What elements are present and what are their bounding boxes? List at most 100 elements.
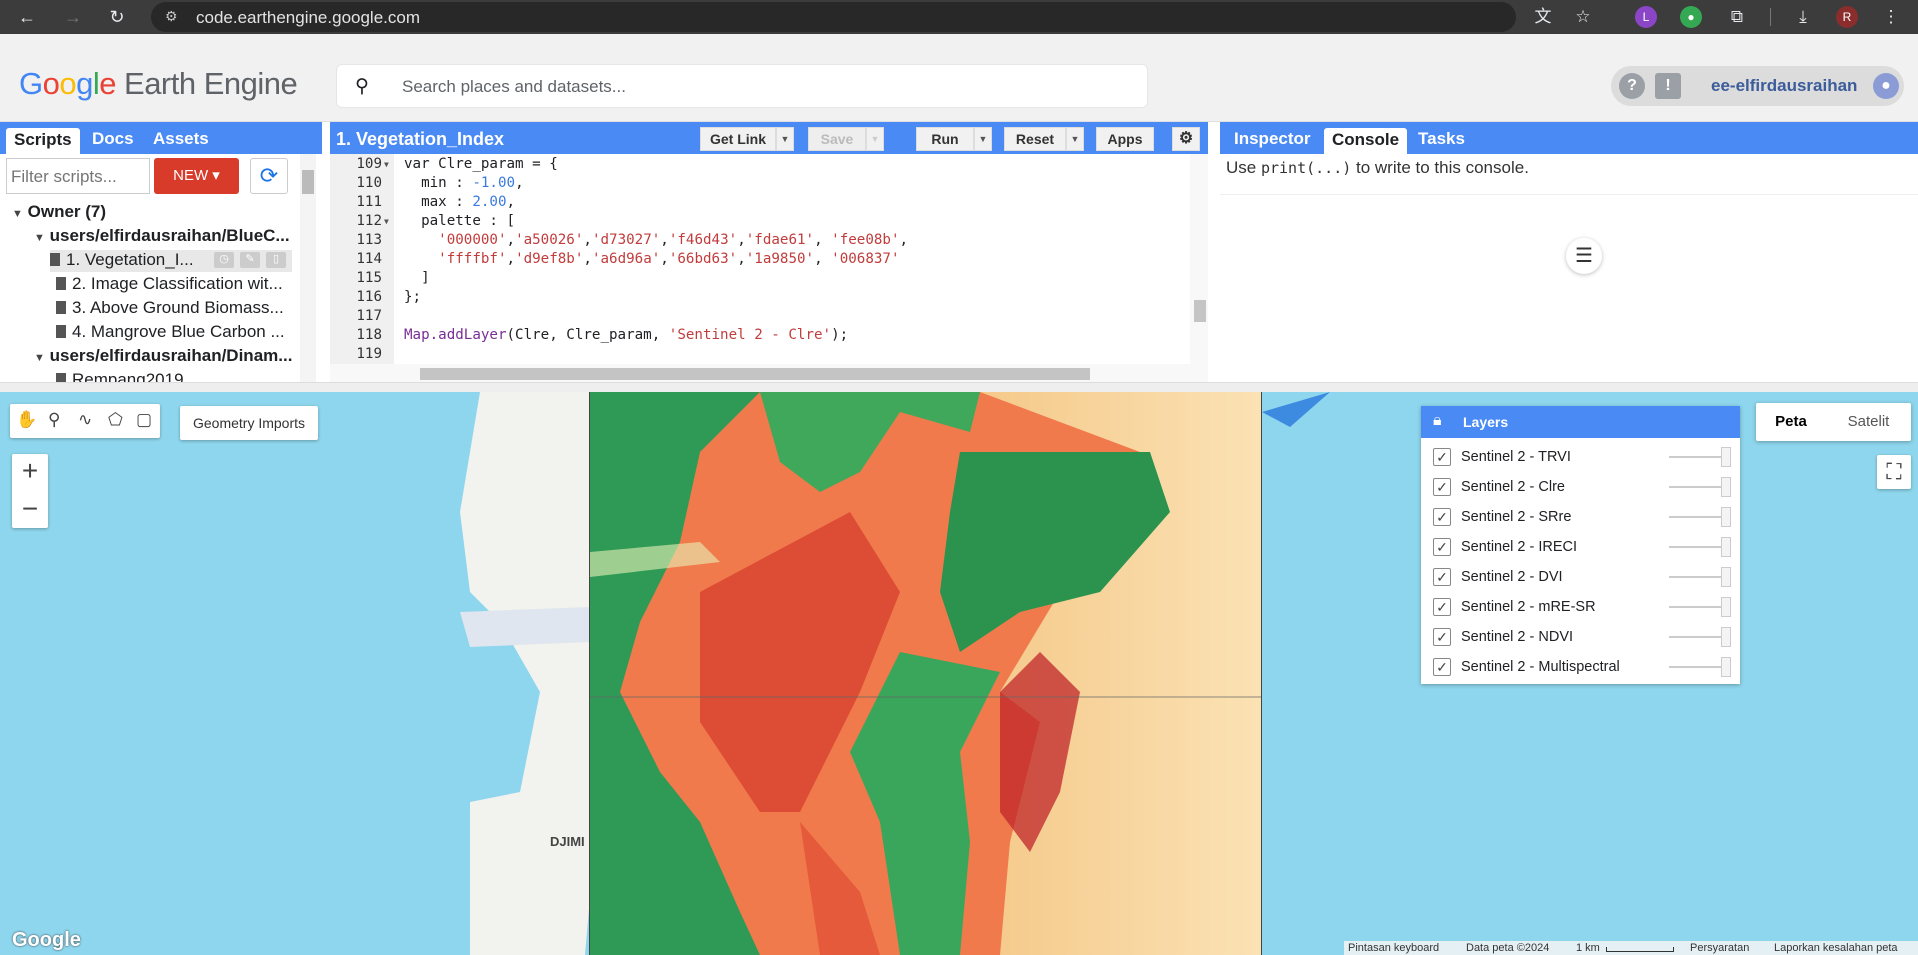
translate-icon[interactable]: 文 [1530, 4, 1556, 30]
feedback-icon[interactable]: ! [1655, 73, 1681, 99]
tree-owner[interactable]: ▼ Owner (7) [12, 202, 106, 222]
run-button[interactable]: Run [916, 127, 974, 151]
layer-checkbox[interactable]: ✓ [1433, 478, 1451, 496]
delete-icon[interactable]: ▯ [266, 252, 286, 268]
opacity-slider[interactable] [1669, 636, 1721, 638]
save-dropdown-icon[interactable]: ▼ [866, 127, 884, 151]
site-info-icon[interactable]: ⚙ [165, 8, 178, 25]
layer-checkbox[interactable]: ✓ [1433, 508, 1451, 526]
editor-horizontal-scrollbar[interactable] [330, 364, 1208, 382]
filter-scripts-input[interactable]: Filter scripts... [6, 158, 150, 194]
slider-knob[interactable] [1721, 597, 1731, 617]
map-type-satellite-button[interactable]: Satelit [1826, 403, 1911, 441]
panel-map-divider[interactable] [0, 382, 1918, 392]
refresh-icon[interactable]: ⟳ [250, 158, 288, 194]
run-dropdown-icon[interactable]: ▼ [974, 127, 992, 151]
bookmark-star-icon[interactable]: ☆ [1570, 4, 1596, 30]
console-menu-icon[interactable]: ☰ [1566, 238, 1602, 274]
slider-knob[interactable] [1721, 567, 1731, 587]
report-error-link[interactable]: Laporkan kesalahan peta [1774, 942, 1898, 954]
slider-knob[interactable] [1721, 537, 1731, 557]
fold-icon[interactable]: ▼ [384, 160, 389, 169]
username[interactable]: ee-elfirdausraihan [1711, 76, 1857, 96]
opacity-slider[interactable] [1669, 606, 1721, 608]
slider-knob[interactable] [1721, 477, 1731, 497]
layer-checkbox[interactable]: ✓ [1433, 568, 1451, 586]
add-marker-icon[interactable]: ⚲ [48, 410, 60, 430]
tab-docs[interactable]: Docs [84, 127, 142, 150]
slider-knob[interactable] [1721, 657, 1731, 677]
tree-file-4[interactable]: 4. Mangrove Blue Carbon ... [56, 322, 292, 342]
reset-button[interactable]: Reset [1004, 127, 1066, 151]
apps-button[interactable]: Apps [1096, 127, 1154, 151]
terms-link[interactable]: Persyaratan [1690, 942, 1749, 954]
history-icon[interactable]: ◷ [214, 252, 234, 268]
keyboard-shortcuts-link[interactable]: Pintasan keyboard [1348, 942, 1439, 954]
layer-row[interactable]: ✓ Sentinel 2 - Clre [1421, 472, 1740, 502]
profile-avatar[interactable]: R [1836, 6, 1858, 28]
draw-rectangle-icon[interactable]: ▢ [136, 410, 152, 430]
scripts-scrollbar[interactable] [300, 154, 316, 382]
extension-robot-icon[interactable]: ● [1680, 6, 1702, 28]
slider-knob[interactable] [1721, 627, 1731, 647]
lock-icon[interactable]: 🔒︎ [1433, 412, 1442, 430]
fullscreen-icon[interactable]: ⛶ [1877, 455, 1911, 489]
edit-icon[interactable]: ✎ [240, 252, 260, 268]
geometry-imports-button[interactable]: Geometry Imports [180, 406, 318, 440]
back-icon[interactable]: ← [14, 4, 40, 30]
slider-knob[interactable] [1721, 447, 1731, 467]
tab-console[interactable]: Console [1324, 128, 1408, 154]
puzzle-extensions-icon[interactable]: ⧉ [1724, 4, 1750, 30]
slider-knob[interactable] [1721, 507, 1731, 527]
search-input[interactable]: Search places and datasets... [402, 77, 626, 97]
user-account-pill[interactable]: ? ! ee-elfirdausraihan ● [1611, 66, 1904, 106]
layer-row[interactable]: ✓ Sentinel 2 - SRre [1421, 502, 1740, 532]
tree-file-3[interactable]: 3. Above Ground Biomass... [56, 298, 292, 318]
opacity-slider[interactable] [1669, 456, 1721, 458]
layer-row[interactable]: ✓ Sentinel 2 - NDVI [1421, 622, 1740, 652]
layer-checkbox[interactable]: ✓ [1433, 538, 1451, 556]
map-type-map-button[interactable]: Peta [1756, 403, 1826, 441]
layer-row[interactable]: ✓ Sentinel 2 - IRECI [1421, 532, 1740, 562]
draw-shape-icon[interactable]: ⬠ [108, 410, 123, 430]
reload-icon[interactable]: ↻ [104, 4, 130, 30]
reset-dropdown-icon[interactable]: ▼ [1066, 127, 1084, 151]
opacity-slider[interactable] [1669, 666, 1721, 668]
tree-repo-dinamika[interactable]: ▼ users/elfirdausraihan/Dinam... [34, 346, 292, 366]
tree-repo-bluecarbon[interactable]: ▼ users/elfirdausraihan/BlueC... [34, 226, 292, 246]
zoom-out-icon[interactable]: − [12, 492, 48, 528]
opacity-slider[interactable] [1669, 576, 1721, 578]
user-avatar-icon[interactable]: ● [1873, 73, 1899, 99]
forward-icon[interactable]: → [60, 4, 86, 30]
tree-file-rempang[interactable]: Rempang2019 [56, 370, 292, 382]
fold-icon[interactable]: ▼ [384, 217, 389, 226]
tab-assets[interactable]: Assets [145, 127, 217, 150]
tab-tasks[interactable]: Tasks [1410, 127, 1473, 150]
tree-file-2[interactable]: 2. Image Classification wit... [56, 274, 292, 294]
layer-checkbox[interactable]: ✓ [1433, 658, 1451, 676]
layer-row[interactable]: ✓ Sentinel 2 - TRVI [1421, 442, 1740, 472]
opacity-slider[interactable] [1669, 546, 1721, 548]
get-link-dropdown-icon[interactable]: ▼ [776, 127, 794, 151]
earth-engine-logo[interactable]: Google Earth Engine [19, 66, 298, 102]
layer-checkbox[interactable]: ✓ [1433, 448, 1451, 466]
tab-scripts[interactable]: Scripts [6, 128, 80, 154]
save-button[interactable]: Save [808, 127, 866, 151]
editor-vertical-scrollbar[interactable] [1190, 154, 1208, 364]
pan-hand-icon[interactable]: ✋ [16, 410, 37, 430]
layer-row[interactable]: ✓ Sentinel 2 - Multispectral [1421, 652, 1740, 682]
layer-row[interactable]: ✓ Sentinel 2 - mRE-SR [1421, 592, 1740, 622]
layer-checkbox[interactable]: ✓ [1433, 598, 1451, 616]
search-box[interactable]: ⚲ Search places and datasets... [336, 64, 1148, 108]
code-editor[interactable]: 109 ▼ 110 111 112 ▼ 113 114 115 116 117 11… [330, 154, 1208, 382]
help-icon[interactable]: ? [1619, 73, 1645, 99]
download-icon[interactable]: ⤓ [1790, 4, 1816, 30]
address-bar[interactable]: ⚙ code.earthengine.google.com [151, 2, 1516, 32]
get-link-button[interactable]: Get Link [700, 127, 776, 151]
extension-icon[interactable]: L [1635, 6, 1657, 28]
tree-file-1[interactable]: 1. Vegetation_I... ◷ ✎ ▯ [50, 250, 292, 272]
browser-menu-icon[interactable]: ⋮ [1878, 4, 1904, 30]
settings-gear-icon[interactable]: ⚙ [1172, 127, 1200, 151]
opacity-slider[interactable] [1669, 516, 1721, 518]
layers-header[interactable]: 🔒︎ Layers [1421, 406, 1740, 438]
